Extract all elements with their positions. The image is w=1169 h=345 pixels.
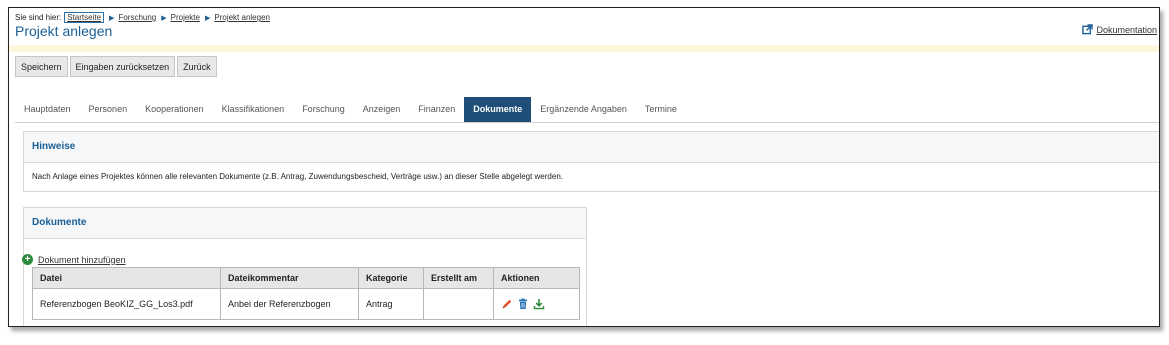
edit-icon[interactable]: [501, 298, 513, 310]
download-icon[interactable]: [533, 298, 545, 310]
documentation-link[interactable]: Dokumentation: [1082, 24, 1157, 35]
cell-file[interactable]: Referenzbogen BeoKIZ_GG_Los3.pdf: [32, 288, 221, 320]
column-header-dateikommentar[interactable]: Dateikommentar: [220, 267, 359, 289]
tab-bar: Hauptdaten Personen Kooperationen Klassi…: [15, 97, 686, 122]
notice-bar: [9, 45, 1159, 52]
tab-forschung[interactable]: Forschung: [293, 97, 354, 122]
breadcrumb-prefix: Sie sind hier:: [15, 13, 62, 22]
column-header-erstellt-am[interactable]: Erstellt am: [423, 267, 494, 289]
page-title: Projekt anlegen: [15, 23, 113, 39]
tab-kooperationen[interactable]: Kooperationen: [136, 97, 213, 122]
tab-klassifikationen[interactable]: Klassifikationen: [213, 97, 294, 122]
column-header-aktionen: Aktionen: [493, 267, 580, 289]
documents-title: Dokumente: [24, 208, 586, 239]
documents-table: Datei Dateikommentar Kategorie Erstellt …: [32, 267, 580, 320]
table-row: Referenzbogen BeoKIZ_GG_Los3.pdf Anbei d…: [32, 288, 580, 320]
cell-created: [423, 288, 494, 320]
reset-button[interactable]: Eingaben zurücksetzen: [69, 56, 176, 77]
breadcrumb-forschung[interactable]: Forschung: [118, 13, 156, 22]
hints-panel: Hinweise Nach Anlage eines Projektes kön…: [23, 131, 1159, 192]
add-document-label: Dokument hinzufügen: [38, 254, 126, 265]
add-circle-icon: +: [22, 254, 33, 265]
breadcrumb-arrow-icon: ▶: [204, 14, 211, 22]
add-document-button[interactable]: + Dokument hinzufügen: [22, 254, 126, 265]
tab-dokumente[interactable]: Dokumente: [464, 97, 532, 122]
toolbar: Speichern Eingaben zurücksetzen Zurück: [15, 56, 219, 77]
tab-personen[interactable]: Personen: [80, 97, 137, 122]
tab-ergaenzende-angaben[interactable]: Ergänzende Angaben: [531, 97, 636, 122]
breadcrumb-startseite[interactable]: Startseite: [64, 12, 105, 23]
table-header-row: Datei Dateikommentar Kategorie Erstellt …: [32, 267, 580, 289]
save-button[interactable]: Speichern: [15, 56, 68, 77]
breadcrumb-arrow-icon: ▶: [109, 14, 115, 22]
application-window: Sie sind hier: Startseite ▶ Forschung ▶ …: [8, 7, 1160, 327]
column-header-kategorie[interactable]: Kategorie: [358, 267, 424, 289]
hints-title: Hinweise: [24, 132, 1159, 163]
breadcrumb: Sie sind hier: Startseite ▶ Forschung ▶ …: [15, 12, 270, 23]
tab-finanzen[interactable]: Finanzen: [409, 97, 464, 122]
breadcrumb-projekte[interactable]: Projekte: [171, 13, 200, 22]
cell-comment: Anbei der Referenzbogen: [220, 288, 359, 320]
cell-category: Antrag: [358, 288, 424, 320]
hints-text: Nach Anlage eines Projektes können alle …: [32, 172, 563, 181]
back-button[interactable]: Zurück: [177, 56, 217, 77]
delete-icon[interactable]: [517, 298, 529, 310]
cell-actions: [493, 288, 580, 320]
documentation-label: Dokumentation: [1096, 24, 1157, 35]
tab-divider: [15, 122, 1159, 123]
column-header-datei[interactable]: Datei: [32, 267, 221, 289]
breadcrumb-projekt-anlegen[interactable]: Projekt anlegen: [214, 13, 270, 22]
external-link-icon: [1082, 24, 1094, 35]
tab-hauptdaten[interactable]: Hauptdaten: [15, 97, 80, 122]
tab-termine[interactable]: Termine: [636, 97, 686, 122]
tab-anzeigen[interactable]: Anzeigen: [354, 97, 410, 122]
breadcrumb-arrow-icon: ▶: [161, 14, 167, 22]
